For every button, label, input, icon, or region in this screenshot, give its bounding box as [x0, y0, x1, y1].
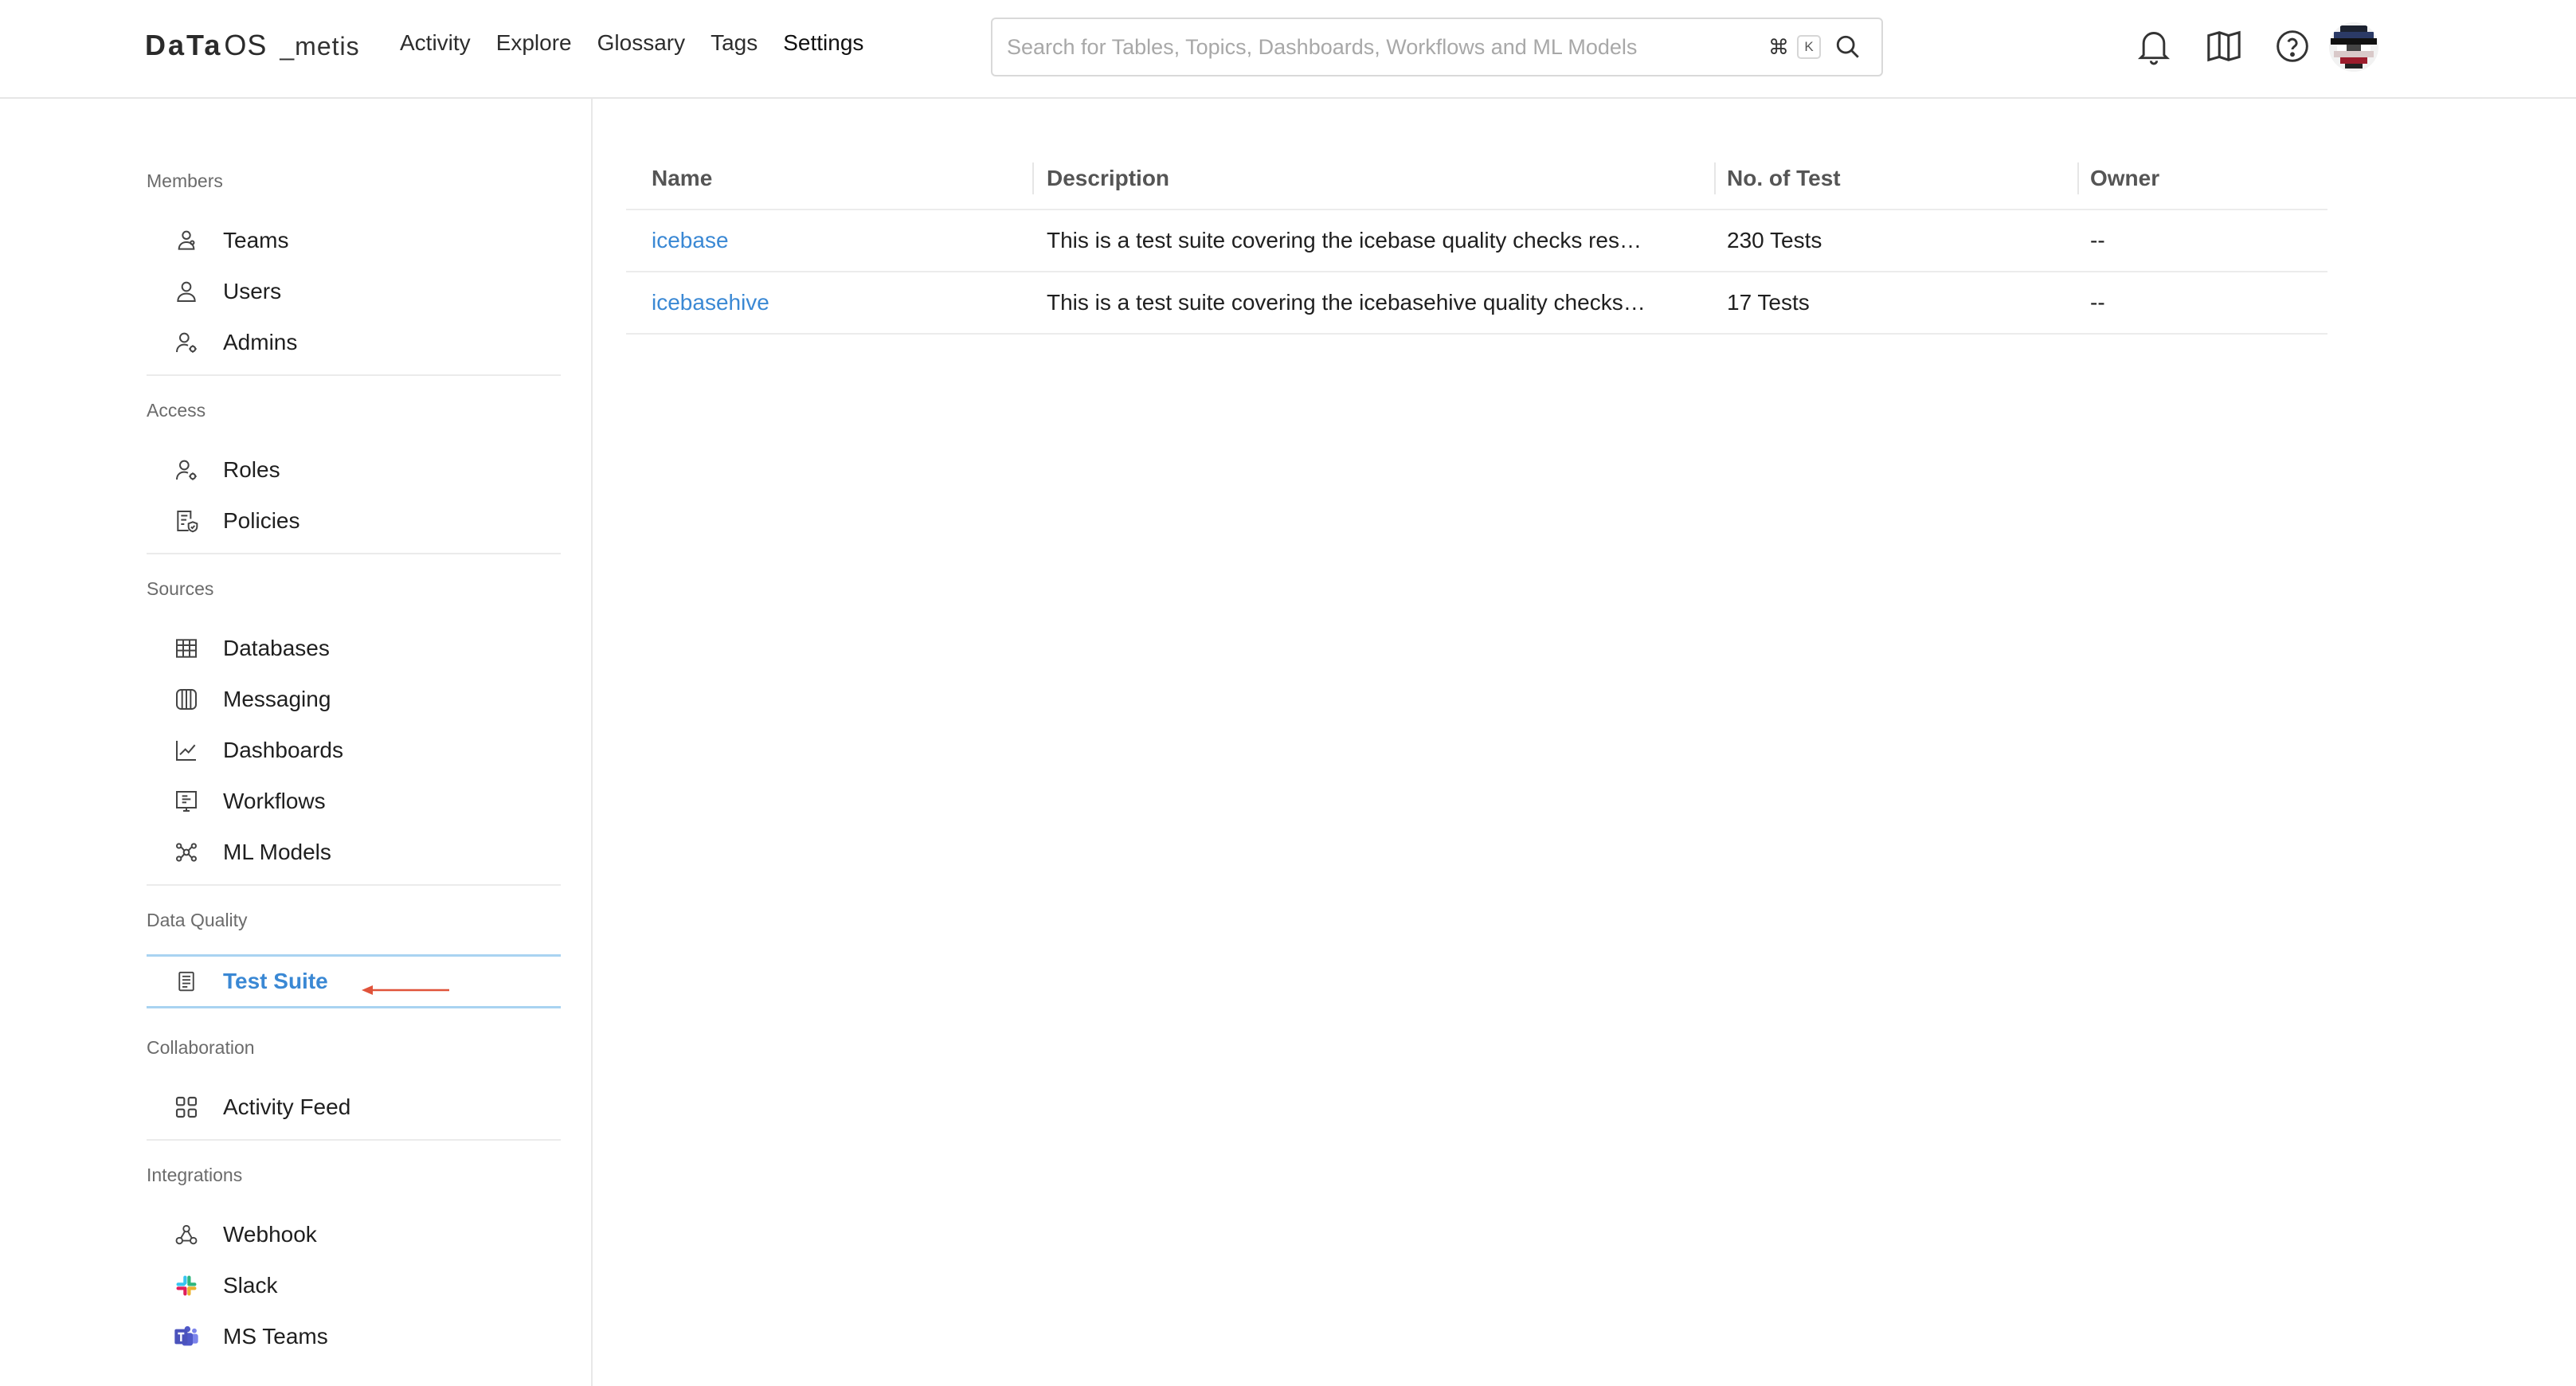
sidebar-item-label: ML Models	[223, 840, 331, 864]
test-suite-table: Name Description No. of Test Owner iceba…	[626, 148, 2327, 335]
sidebar-item-messaging[interactable]: Messaging	[147, 677, 561, 722]
table-row: icebasehive This is a test suite coverin…	[626, 272, 2327, 335]
main-nav: Activity Explore Glossary Tags Settings	[400, 30, 863, 56]
sidebar-item-label: Roles	[223, 457, 280, 482]
shortcut-k-key: K	[1797, 35, 1821, 59]
column-header-owner: Owner	[2090, 166, 2160, 190]
roles-icon	[172, 456, 201, 484]
divider	[147, 1139, 561, 1141]
sidebar-item-dashboards[interactable]: Dashboards	[147, 728, 561, 773]
policies-icon	[172, 507, 201, 535]
sidebar-item-slack[interactable]: Slack	[147, 1263, 561, 1308]
shortcut-cmd-key: ⌘	[1768, 34, 1789, 59]
sidebar-item-label: Databases	[223, 636, 330, 660]
chart-line-icon	[172, 736, 201, 765]
column-separator	[1714, 162, 1716, 194]
sidebar-item-policies[interactable]: Policies	[147, 499, 561, 543]
group-title-members: Members	[147, 170, 223, 191]
ms-teams-icon	[172, 1322, 201, 1351]
column-header-tests: No. of Test	[1727, 166, 1841, 190]
settings-sidebar: Members Teams Users Admins Access Roles …	[0, 99, 593, 1386]
sidebar-item-ms-teams[interactable]: MS Teams	[147, 1314, 561, 1359]
column-separator	[1032, 162, 1034, 194]
nav-activity[interactable]: Activity	[400, 30, 471, 56]
group-title-collaboration: Collaboration	[147, 1037, 255, 1058]
test-count: 17 Tests	[1727, 290, 1810, 315]
table-row: icebase This is a test suite covering th…	[626, 210, 2327, 272]
messaging-icon	[172, 685, 201, 714]
search-icon[interactable]	[1829, 28, 1867, 66]
sidebar-item-label: Activity Feed	[223, 1094, 351, 1119]
group-title-access: Access	[147, 400, 206, 421]
sidebar-item-label: Test Suite	[223, 969, 328, 993]
map-icon[interactable]	[2202, 24, 2246, 69]
help-icon[interactable]	[2270, 24, 2315, 69]
nav-glossary[interactable]: Glossary	[597, 30, 685, 56]
owner-value: --	[2090, 228, 2105, 253]
sidebar-item-webhook[interactable]: Webhook	[147, 1212, 561, 1257]
sidebar-item-databases[interactable]: Databases	[147, 626, 561, 671]
webhook-icon	[172, 1220, 201, 1249]
column-separator	[2077, 162, 2079, 194]
group-title-sources: Sources	[147, 578, 214, 599]
teams-icon	[172, 226, 201, 255]
nav-settings[interactable]: Settings	[783, 30, 863, 56]
divider	[147, 884, 561, 886]
grid-icon	[172, 1093, 201, 1122]
group-title-integrations: Integrations	[147, 1165, 243, 1185]
group-title-data-quality: Data Quality	[147, 910, 248, 930]
logo-main-text: DaTa	[145, 29, 223, 61]
test-suite-description: This is a test suite covering the icebas…	[1047, 290, 1646, 315]
sidebar-item-label: Workflows	[223, 789, 326, 813]
sidebar-item-test-suite[interactable]: Test Suite	[147, 954, 561, 1008]
owner-value: --	[2090, 290, 2105, 315]
top-header: DaTa OS _metis Activity Explore Glossary…	[0, 0, 2576, 99]
table-header: Name Description No. of Test Owner	[626, 148, 2327, 210]
nav-tags[interactable]: Tags	[711, 30, 758, 56]
column-header-name: Name	[652, 166, 713, 190]
logo-suffix-text: _metis	[280, 32, 360, 61]
sidebar-item-label: Messaging	[223, 687, 331, 711]
sidebar-item-workflows[interactable]: Workflows	[147, 779, 561, 824]
slack-icon	[172, 1271, 201, 1300]
column-header-description: Description	[1047, 166, 1170, 190]
table-icon	[172, 634, 201, 663]
sidebar-item-label: Users	[223, 279, 282, 303]
logo-os-text: OS	[224, 29, 268, 61]
sidebar-item-ml-models[interactable]: ML Models	[147, 830, 561, 875]
user-icon	[172, 277, 201, 306]
divider	[147, 374, 561, 376]
sidebar-item-label: Webhook	[223, 1222, 317, 1247]
workflow-icon	[172, 787, 201, 816]
test-suite-description: This is a test suite covering the icebas…	[1047, 228, 1642, 253]
sidebar-item-label: MS Teams	[223, 1324, 328, 1349]
document-list-icon	[172, 967, 201, 996]
sidebar-item-admins[interactable]: Admins	[147, 320, 561, 365]
bell-icon[interactable]	[2132, 24, 2176, 69]
admin-icon	[172, 328, 201, 357]
divider	[147, 553, 561, 554]
search-input[interactable]	[1005, 22, 1765, 72]
sidebar-item-teams[interactable]: Teams	[147, 218, 561, 263]
search-bar: ⌘ K	[991, 18, 1883, 76]
sidebar-item-label: Slack	[223, 1273, 278, 1298]
annotation-arrow-icon	[362, 985, 449, 995]
sidebar-item-label: Dashboards	[223, 738, 343, 762]
avatar[interactable]	[2329, 22, 2378, 72]
sidebar-item-roles[interactable]: Roles	[147, 448, 561, 492]
sidebar-item-users[interactable]: Users	[147, 269, 561, 314]
sidebar-item-label: Teams	[223, 228, 289, 253]
ml-model-icon	[172, 838, 201, 867]
test-suite-name-link[interactable]: icebasehive	[652, 272, 1018, 333]
test-count: 230 Tests	[1727, 228, 1822, 253]
test-suite-name-link[interactable]: icebase	[652, 210, 1018, 271]
sidebar-item-label: Policies	[223, 508, 300, 533]
sidebar-item-activity-feed[interactable]: Activity Feed	[147, 1085, 561, 1130]
sidebar-item-label: Admins	[223, 330, 298, 354]
dataos-logo[interactable]: DaTa OS _metis	[145, 29, 360, 65]
nav-explore[interactable]: Explore	[496, 30, 572, 56]
